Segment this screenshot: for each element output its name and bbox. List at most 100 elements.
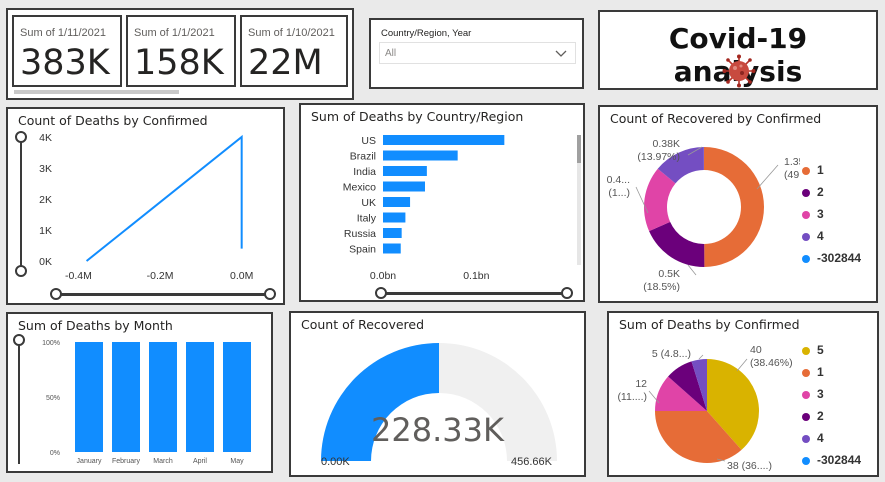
donut-chart: 1.35K(49.9...) 0.5K(18.5%) 0.4...(1...) 0.3…: [607, 138, 800, 293]
category-label: April: [193, 458, 207, 465]
bar-russia: [383, 228, 402, 238]
slicer-dropdown[interactable]: All: [379, 42, 576, 64]
donut-slice-1: [704, 147, 765, 267]
header-panel: Covid-19 analysis: [598, 10, 878, 90]
legend-item-1[interactable]: 1: [802, 365, 824, 379]
legend-dot: [802, 368, 810, 377]
panel-title: Sum of Deaths by Month: [18, 318, 173, 333]
y-tick-label: 0%: [50, 450, 60, 457]
slice-percent-label: (1...): [608, 187, 630, 199]
kpi-card-3[interactable]: Sum of 1/10/2021 22M: [240, 15, 348, 87]
legend-item-4[interactable]: 4: [802, 229, 824, 243]
leader-line: [698, 354, 704, 360]
legend-item-2[interactable]: 2: [802, 409, 824, 423]
category-label: Mexico: [343, 182, 376, 194]
legend-label: 1: [817, 163, 824, 177]
country-bar-chart: US Brazil India Mexico UK Italy Russia Spain 0.0…: [343, 135, 505, 282]
kpi-card-2[interactable]: Sum of 1/1/2021 158K: [126, 15, 236, 87]
count-recovered-gauge-panel[interactable]: Count of Recovered 228.33K 0.00K 456.66K: [289, 311, 586, 477]
legend-item-3[interactable]: 3: [802, 207, 824, 221]
coronavirus-icon: [722, 54, 756, 88]
bar-january: [75, 342, 103, 452]
bar-may: [223, 342, 251, 452]
legend-item-1[interactable]: 1: [802, 163, 824, 177]
chevron-down-icon: [555, 50, 567, 57]
leader-line: [687, 264, 697, 276]
gauge-chart: [321, 343, 557, 461]
y-tick-label: 4K: [39, 132, 52, 144]
bar-italy: [383, 212, 406, 223]
kpi-card-label: Sum of 1/11/2021: [20, 27, 107, 39]
slider-handle-right[interactable]: [264, 288, 276, 300]
deaths-by-confirmed-line-panel[interactable]: Count of Deaths by Confirmed 0K 1K 2K 3K 4K -…: [6, 107, 285, 305]
y-range-slider[interactable]: [13, 334, 25, 466]
panel-title: Sum of Deaths by Confirmed: [619, 317, 800, 332]
legend-dot: [802, 412, 810, 421]
slice-value-label: 0.4...: [607, 174, 630, 186]
donut-legend: 1 2 3 4 -302844: [802, 163, 878, 283]
slice-value-label: 0.5K: [658, 268, 680, 280]
slice-percent-label: (38.46%): [750, 357, 793, 369]
slider-handle-right[interactable]: [561, 287, 573, 299]
legend-label: 2: [817, 185, 824, 199]
category-label: February: [112, 458, 141, 465]
slider-handle-top[interactable]: [13, 334, 25, 346]
legend-label: 5: [817, 343, 824, 357]
bar-india: [383, 166, 427, 176]
vertical-scrollbar[interactable]: [577, 135, 581, 265]
recovered-by-confirmed-panel[interactable]: Count of Recovered by Confirmed 1.35K(49…: [598, 105, 878, 303]
legend-dot: [802, 232, 810, 241]
legend-dot: [802, 346, 810, 355]
slice-label: 5 (4.8...): [652, 348, 691, 360]
legend-label: 3: [817, 207, 824, 221]
legend-label: 4: [817, 229, 824, 243]
deaths-by-country-panel[interactable]: Sum of Deaths by Country/Region US Brazil…: [299, 103, 585, 302]
legend-dot: [802, 254, 810, 263]
slicer-label: Country/Region, Year: [381, 28, 472, 39]
legend-item--302844[interactable]: -302844: [802, 453, 861, 467]
slice-percent-label: (18.5%): [643, 281, 680, 293]
legend-item-5[interactable]: 5: [802, 343, 824, 357]
legend-item-4[interactable]: 4: [802, 431, 824, 445]
legend-item-3[interactable]: 3: [802, 387, 824, 401]
country-year-slicer: Country/Region, Year All: [369, 18, 584, 89]
legend-dot: [802, 434, 810, 443]
y-tick-label: 3K: [39, 163, 52, 175]
scrollbar-thumb[interactable]: [577, 135, 581, 163]
legend-dot: [802, 166, 810, 175]
horizontal-scrollbar[interactable]: [14, 90, 179, 94]
slider-handle-left[interactable]: [50, 288, 62, 300]
legend-dot: [802, 390, 810, 399]
legend-dot: [802, 456, 810, 465]
leader-line: [736, 358, 748, 372]
category-label: India: [353, 166, 376, 178]
pie-legend: 5 1 3 2 4 -302844: [802, 343, 878, 468]
legend-item--302844[interactable]: -302844: [802, 251, 861, 265]
slice-value-label: 40: [750, 344, 762, 356]
gauge-max-label: 456.66K: [511, 456, 552, 468]
slider-handle-left[interactable]: [375, 287, 387, 299]
category-label: January: [77, 458, 102, 465]
category-label: May: [230, 458, 244, 465]
pie-chart: 40(38.46%) 38 (36....) 12(11....) 5 (4.8...…: [617, 344, 793, 472]
legend-item-2[interactable]: 2: [802, 185, 824, 199]
bar-mexico: [383, 181, 425, 192]
legend-label: 2: [817, 409, 824, 423]
category-label: Russia: [344, 228, 376, 240]
kpi-card-label: Sum of 1/10/2021: [248, 27, 335, 39]
deaths-by-confirmed-pie-panel[interactable]: Sum of Deaths by Confirmed 40 (38.46%) 38 …: [607, 311, 879, 477]
slider-track: [18, 340, 20, 464]
kpi-card-1[interactable]: Sum of 1/11/2021 383K: [12, 15, 122, 87]
x-range-slider[interactable]: [375, 287, 573, 299]
leader-line: [756, 164, 779, 190]
legend-label: 1: [817, 365, 824, 379]
y-tick-label: 1K: [39, 225, 52, 237]
slice-value-label: 0.38K: [653, 138, 680, 150]
bar-us: [383, 135, 505, 145]
category-label: US: [361, 135, 376, 147]
x-tick-label: -0.2M: [147, 270, 174, 282]
kpi-card-value: 22M: [248, 43, 323, 83]
deaths-by-month-panel[interactable]: Sum of Deaths by Month 0% 50% 100% January F…: [6, 312, 273, 473]
panel-title: Count of Deaths by Confirmed: [18, 113, 208, 128]
x-range-slider[interactable]: [50, 288, 276, 300]
